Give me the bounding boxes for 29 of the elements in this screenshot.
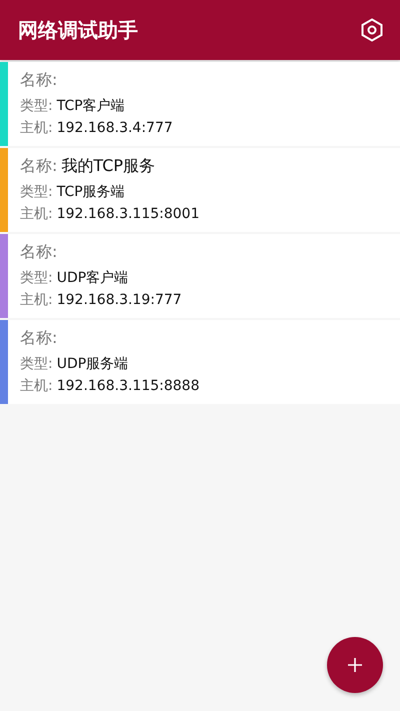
host-address: 192.168.3.4:777 [56,119,173,137]
connection-type: TCP客户端 [56,97,125,115]
app-title: 网络调试助手 [18,16,138,44]
field-label: 类型: [20,355,53,373]
host-address: 192.168.3.115:8888 [56,377,200,395]
connection-card[interactable]: 名称: 类型: UDP客户端 主机: 192.168.3.19:777 [0,234,400,318]
host-address: 192.168.3.115:8001 [56,205,200,223]
field-label: 名称: [20,327,58,349]
connection-name: 我的TCP服务 [61,155,156,177]
plus-icon [347,657,363,673]
connection-card[interactable]: 名称: 类型: TCP客户端 主机: 192.168.3.4:777 [0,62,400,146]
connection-type: UDP服务端 [56,355,128,373]
connection-card[interactable]: 名称: 类型: UDP服务端 主机: 192.168.3.115:8888 [0,320,400,404]
field-label: 类型: [20,183,53,201]
add-button[interactable] [327,637,383,693]
field-label: 主机: [20,119,53,137]
connection-card[interactable]: 名称: 我的TCP服务 类型: TCP服务端 主机: 192.168.3.115:8001 [0,148,400,232]
field-label: 主机: [20,205,53,223]
host-address: 192.168.3.19:777 [56,291,182,309]
field-label: 主机: [20,291,53,309]
connection-type: UDP客户端 [56,269,128,287]
field-label: 类型: [20,97,53,115]
connection-type: TCP服务端 [56,183,125,201]
settings-icon[interactable] [360,18,384,42]
field-label: 名称: [20,69,58,91]
field-label: 名称: [20,241,58,263]
field-label: 类型: [20,269,53,287]
field-label: 主机: [20,377,53,395]
field-label: 名称: [20,155,58,177]
